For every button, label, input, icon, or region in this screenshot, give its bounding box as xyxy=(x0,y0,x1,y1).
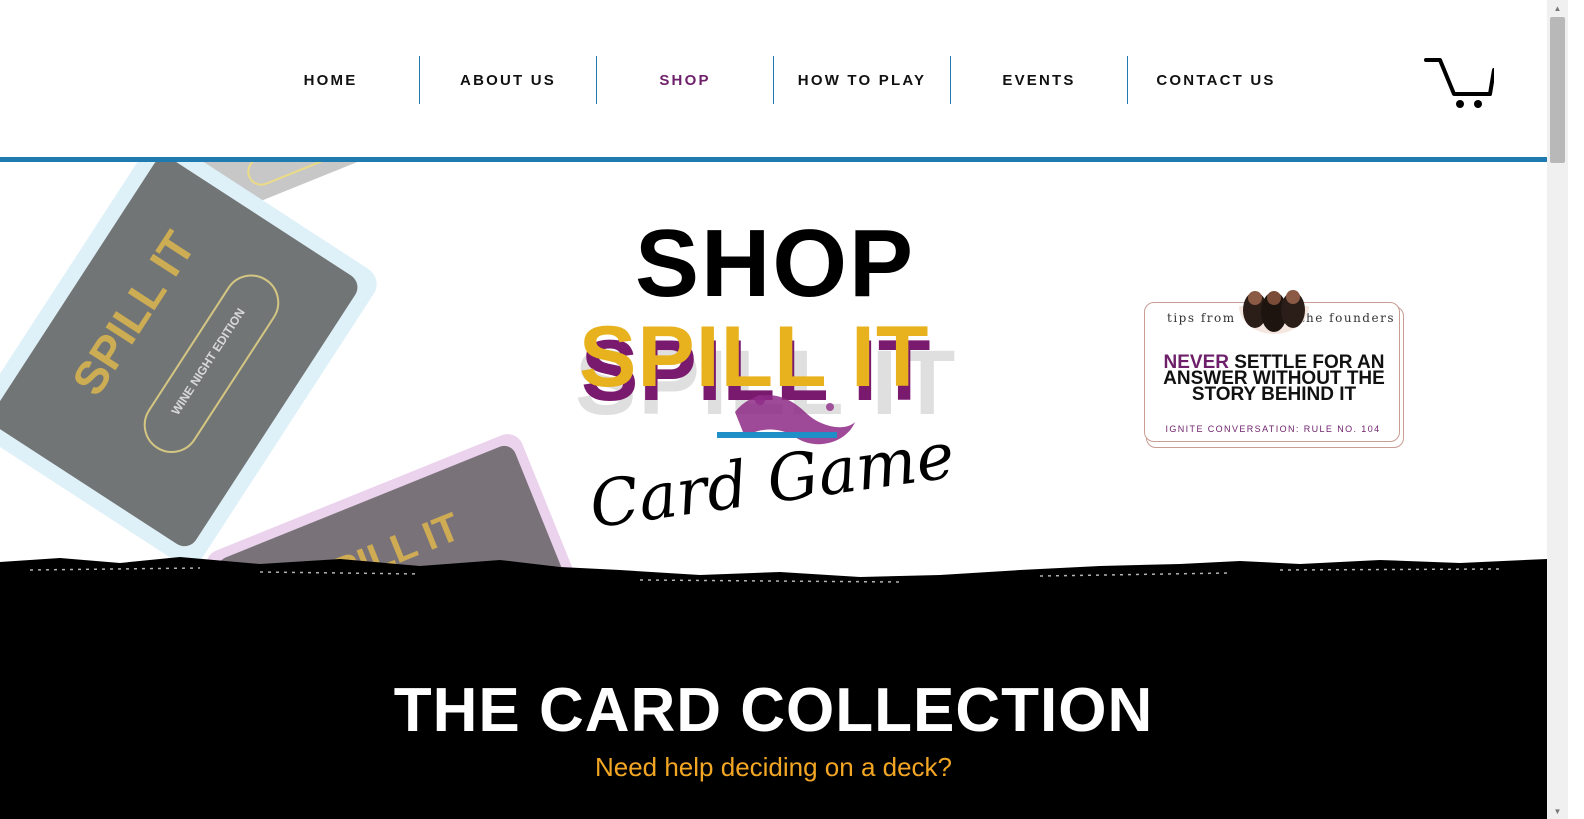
page-scrollbar[interactable]: ▲ ▼ xyxy=(1547,0,1568,819)
tip-rule-label: IGNITE CONVERSATION: RULE NO. 104 xyxy=(1165,424,1381,434)
page-title: SHOP xyxy=(634,210,916,317)
site-header: HOME ABOUT US SHOP HOW TO PLAY EVENTS CO… xyxy=(0,0,1547,158)
nav-item-events[interactable]: EVENTS xyxy=(950,56,1127,104)
tip-tag-right: the founders xyxy=(1299,311,1395,325)
founders-tip-card: tips from the founders NEVER SETTLE FOR … xyxy=(1144,290,1404,448)
spill-it-card-game-logo: SPILL IT SPILL IT SPILL IT Card Game xyxy=(575,309,959,542)
logo-main-text: SPILL IT xyxy=(579,309,929,405)
nav-item-home[interactable]: HOME xyxy=(242,56,419,104)
background-cards-image: SPILL IT WINE NIGHT EDITION SPILL IT WIN… xyxy=(0,162,620,592)
scroll-down-arrow-icon[interactable]: ▼ xyxy=(1547,803,1568,819)
scroll-thumb[interactable] xyxy=(1550,17,1565,163)
nav-item-shop[interactable]: SHOP xyxy=(596,56,773,104)
main-nav: HOME ABOUT US SHOP HOW TO PLAY EVENTS CO… xyxy=(242,56,1304,104)
scroll-up-arrow-icon[interactable]: ▲ xyxy=(1547,0,1568,16)
collection-subtitle[interactable]: Need help deciding on a deck? xyxy=(0,752,1547,783)
tip-text: NEVER SETTLE FOR AN ANSWER WITHOUT THE S… xyxy=(1151,353,1397,404)
tip-tag-left: tips from xyxy=(1167,311,1236,325)
collection-title: THE CARD COLLECTION xyxy=(393,676,1154,745)
nav-item-about-us[interactable]: ABOUT US xyxy=(419,56,596,104)
nav-item-how-to-play[interactable]: HOW TO PLAY xyxy=(773,56,950,104)
nav-item-contact-us[interactable]: CONTACT US xyxy=(1127,56,1304,104)
card-collection-section: THE CARD COLLECTION Need help deciding o… xyxy=(0,590,1547,819)
hero-section: SPILL IT WINE NIGHT EDITION SPILL IT WIN… xyxy=(0,162,1547,592)
shopping-cart-icon[interactable] xyxy=(1424,56,1496,112)
founders-photo xyxy=(1239,290,1309,334)
